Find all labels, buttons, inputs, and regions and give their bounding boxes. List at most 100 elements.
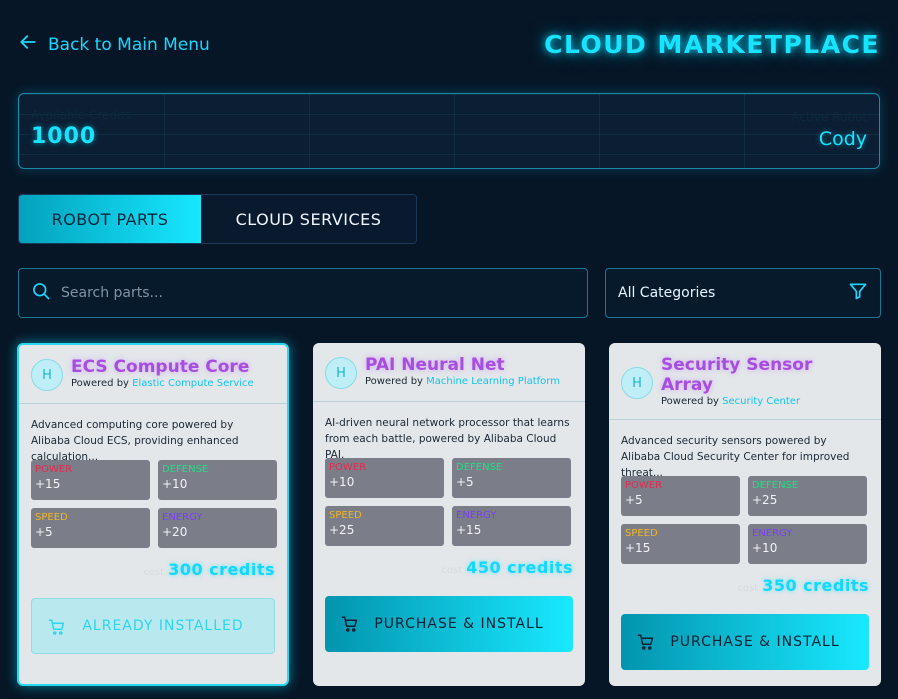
part-description: Advanced computing core powered by Aliba… (31, 419, 239, 460)
available-credits: Available Credits 1000 (31, 108, 131, 149)
cart-icon (341, 615, 359, 633)
stat-speed-value: +5 (35, 525, 53, 539)
part-card-pai-neural-net[interactable]: H PAI Neural Net Powered by Machine Lear… (313, 343, 585, 686)
stat-defense: DEFENSE +10 (158, 460, 277, 500)
stat-defense-value: +25 (752, 493, 778, 507)
card-header: H ECS Compute Core Powered by Elastic Co… (19, 345, 287, 404)
search-icon (31, 281, 51, 305)
marketplace-tabs: ROBOT PARTS CLOUD SERVICES (18, 194, 417, 244)
stat-speed-label: SPEED (625, 528, 658, 539)
stat-defense-label: DEFENSE (752, 480, 799, 491)
tab-cloud-services[interactable]: CLOUD SERVICES (201, 195, 416, 243)
part-badge: H (31, 359, 63, 391)
search-input[interactable] (61, 285, 541, 301)
card-header: H PAI Neural Net Powered by Machine Lear… (313, 343, 585, 402)
part-price: 300 credits (168, 560, 275, 579)
stat-energy: ENERGY +15 (452, 506, 571, 546)
stats-grid: POWER +10 DEFENSE +5 SPEED +25 ENERGY +1… (313, 458, 585, 546)
button-label: PURCHASE & INSTALL (374, 616, 544, 632)
stat-speed-value: +15 (625, 541, 651, 555)
back-label: Back to Main Menu (48, 34, 210, 55)
part-description: AI-driven neural network processor that … (325, 417, 570, 458)
stat-energy-value: +10 (752, 541, 778, 555)
stat-power-value: +10 (329, 475, 355, 489)
stat-energy-label: ENERGY (752, 528, 793, 539)
price-row: cost 450 credits (313, 546, 585, 582)
stat-power-label: POWER (35, 464, 73, 475)
category-filter-value: All Categories (618, 285, 716, 301)
stat-speed-label: SPEED (35, 512, 68, 523)
service-link[interactable]: Security Center (722, 396, 800, 407)
stat-defense: DEFENSE +25 (748, 476, 867, 516)
top-bar: Back to Main Menu CLOUD MARKETPLACE (18, 30, 880, 60)
active-robot: Active Robot Cody (791, 110, 867, 150)
powered-by: Powered by Security Center (661, 396, 869, 407)
stat-energy-label: ENERGY (456, 510, 497, 521)
stat-energy-label: ENERGY (162, 512, 203, 523)
service-link[interactable]: Elastic Compute Service (132, 378, 254, 389)
purchase-install-button[interactable]: PURCHASE & INSTALL (621, 614, 869, 670)
stat-speed: SPEED +25 (325, 506, 444, 546)
already-installed-button[interactable]: ALREADY INSTALLED (31, 598, 275, 654)
button-label: PURCHASE & INSTALL (670, 634, 840, 650)
price-caption: cost (737, 583, 759, 594)
stat-power-value: +15 (35, 477, 61, 491)
category-filter-select[interactable]: All Categories (605, 268, 881, 318)
stat-power: POWER +5 (621, 476, 740, 516)
stat-energy: ENERGY +20 (158, 508, 277, 548)
stats-grid: POWER +15 DEFENSE +10 SPEED +5 ENERGY +2… (19, 460, 287, 548)
price-caption: cost (441, 565, 463, 576)
stats-grid: POWER +5 DEFENSE +25 SPEED +15 ENERGY +1… (609, 476, 881, 564)
arrow-left-icon (18, 32, 38, 57)
stat-power-label: POWER (625, 480, 663, 491)
button-label: ALREADY INSTALLED (82, 618, 244, 634)
stat-power: POWER +10 (325, 458, 444, 498)
search-box (18, 268, 588, 318)
part-badge: H (621, 367, 653, 399)
purchase-install-button[interactable]: PURCHASE & INSTALL (325, 596, 573, 652)
back-to-main-menu-link[interactable]: Back to Main Menu (18, 32, 210, 57)
powered-prefix: Powered by (365, 376, 423, 387)
stat-speed-value: +25 (329, 523, 355, 537)
page-title: CLOUD MARKETPLACE (544, 30, 880, 59)
price-row: cost 300 credits (19, 548, 287, 584)
part-badge: H (325, 357, 357, 389)
part-card-security-sensor-array[interactable]: H Security Sensor Array Powered by Secur… (609, 343, 881, 686)
part-title: Security Sensor Array (661, 355, 813, 395)
available-credits-label: Available Credits (31, 108, 132, 122)
stat-speed: SPEED +15 (621, 524, 740, 564)
stat-speed: SPEED +5 (31, 508, 150, 548)
powered-prefix: Powered by (71, 378, 129, 389)
card-header: H Security Sensor Array Powered by Secur… (609, 343, 881, 420)
cart-icon (48, 618, 66, 636)
stat-power-value: +5 (625, 493, 643, 507)
service-link[interactable]: Machine Learning Platform (426, 376, 560, 387)
stat-speed-label: SPEED (329, 510, 362, 521)
part-title: ECS Compute Core (71, 357, 250, 377)
powered-by: Powered by Elastic Compute Service (71, 378, 275, 389)
price-caption: cost (143, 567, 165, 578)
stat-power: POWER +15 (31, 460, 150, 500)
active-robot-value: Cody (818, 128, 867, 150)
stat-energy-value: +20 (162, 525, 188, 539)
stat-defense-value: +5 (456, 475, 474, 489)
part-price: 350 credits (762, 576, 869, 595)
part-card-ecs-compute-core[interactable]: H ECS Compute Core Powered by Elastic Co… (17, 343, 289, 686)
tab-robot-parts[interactable]: ROBOT PARTS (19, 195, 201, 243)
active-robot-label: Active Robot (791, 110, 867, 124)
powered-by: Powered by Machine Learning Platform (365, 376, 573, 387)
price-row: cost 350 credits (609, 564, 881, 600)
stat-defense-label: DEFENSE (162, 464, 209, 475)
stat-defense-value: +10 (162, 477, 188, 491)
available-credits-value: 1000 (31, 124, 97, 149)
filter-icon (848, 281, 868, 305)
stat-defense-label: DEFENSE (456, 462, 503, 473)
stat-defense: DEFENSE +5 (452, 458, 571, 498)
part-price: 450 credits (466, 558, 573, 577)
cart-icon (637, 633, 655, 651)
stat-power-label: POWER (329, 462, 367, 473)
part-title: PAI Neural Net (365, 355, 505, 375)
stat-energy-value: +15 (456, 523, 482, 537)
part-description: Advanced security sensors powered by Ali… (621, 435, 850, 476)
credits-panel: Available Credits 1000 Active Robot Cody (18, 93, 880, 169)
